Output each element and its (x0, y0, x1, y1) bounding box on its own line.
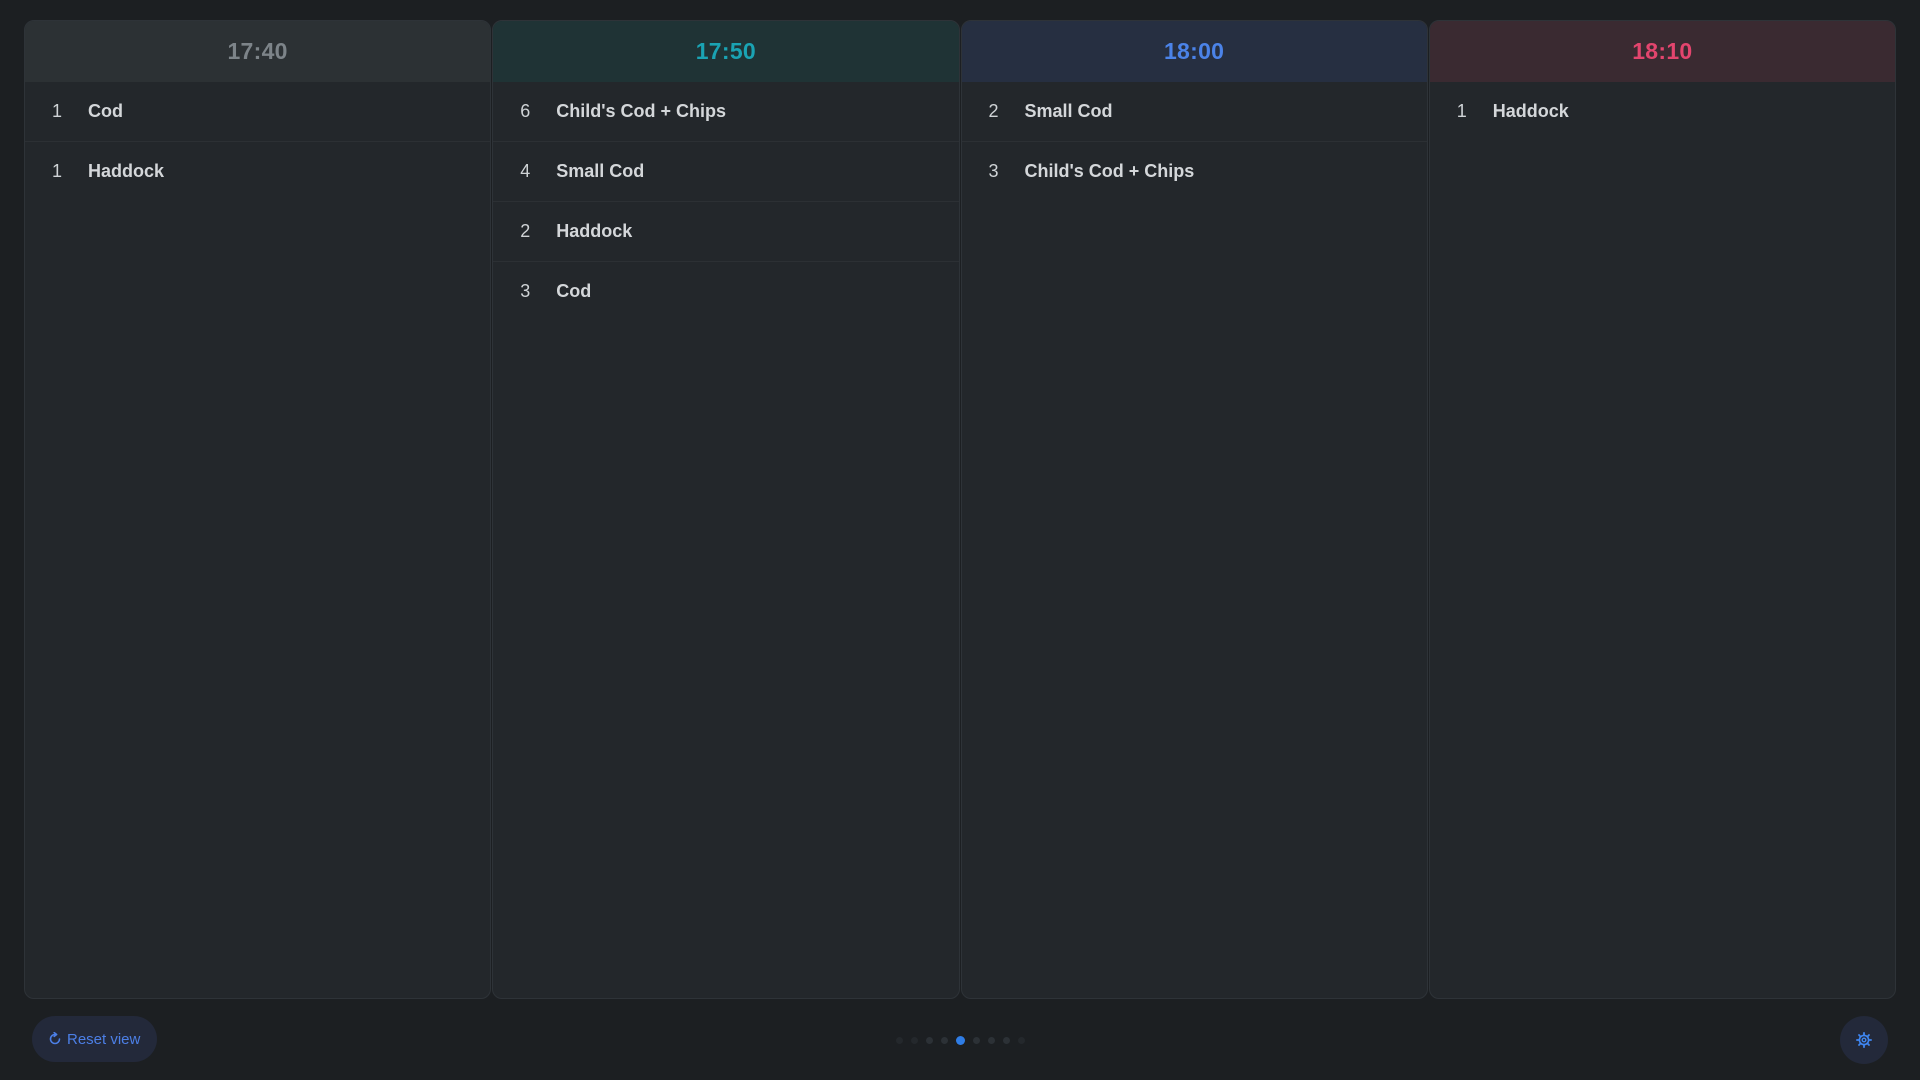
order-item-name: Cod (556, 281, 592, 301)
page-dot[interactable] (1017, 1037, 1025, 1044)
order-quantity: 1 (1456, 101, 1467, 121)
footer-bar: Reset view (0, 1000, 1920, 1080)
order-item-name: Haddock (556, 221, 633, 241)
page-indicator (0, 1036, 1920, 1045)
page-dot[interactable] (972, 1037, 980, 1044)
order-quantity: 3 (520, 281, 531, 301)
gear-icon (1856, 1032, 1872, 1048)
page-dot[interactable] (1002, 1037, 1010, 1044)
time-slot-column: 18:00 2 Small Cod 3 Child's Cod + Chips (960, 20, 1428, 999)
page-dot[interactable] (940, 1037, 948, 1044)
order-row[interactable]: 1 Haddock (25, 142, 490, 201)
time-slot-column: 17:50 6 Child's Cod + Chips 4 Small Cod … (492, 20, 960, 999)
time-slot-header: 17:40 (25, 21, 491, 82)
order-quantity: 6 (520, 101, 531, 121)
settings-button[interactable] (1840, 1016, 1888, 1064)
page-dot[interactable] (895, 1037, 903, 1044)
time-slot-header: 18:10 (1429, 21, 1895, 82)
order-item-name: Haddock (1492, 101, 1569, 121)
order-item-name: Child's Cod + Chips (556, 101, 727, 121)
page-dot-active[interactable] (955, 1036, 965, 1045)
time-slot-header: 18:00 (961, 21, 1427, 82)
order-item-name: Haddock (88, 161, 165, 181)
order-item-name: Small Cod (556, 161, 645, 181)
order-row[interactable]: 1 Cod (25, 82, 491, 142)
order-quantity: 2 (520, 221, 531, 241)
order-row[interactable]: 6 Child's Cod + Chips (493, 82, 959, 142)
page-dot[interactable] (910, 1037, 918, 1044)
order-quantity: 2 (988, 101, 999, 121)
order-quantity: 3 (988, 161, 999, 181)
order-quantity: 1 (52, 161, 63, 181)
order-item-name: Cod (88, 101, 123, 121)
order-item-name: Child's Cod + Chips (1024, 161, 1195, 181)
order-row[interactable]: 3 Child's Cod + Chips (962, 142, 1427, 201)
order-row[interactable]: 1 Haddock (1430, 82, 1895, 141)
time-slot-column: 17:40 1 Cod 1 Haddock (24, 20, 492, 999)
order-row[interactable]: 4 Small Cod (493, 142, 959, 202)
page-dot[interactable] (925, 1037, 933, 1044)
time-slot-column: 18:10 1 Haddock (1428, 20, 1896, 999)
order-row[interactable]: 2 Small Cod (961, 82, 1427, 142)
order-item-name: Small Cod (1024, 101, 1113, 121)
order-quantity: 1 (52, 101, 63, 121)
order-row[interactable]: 2 Haddock (493, 202, 959, 262)
page-dot[interactable] (987, 1037, 995, 1044)
order-quantity: 4 (520, 161, 531, 181)
schedule-board: 17:40 1 Cod 1 Haddock 17:50 6 Child's Co… (24, 20, 1896, 999)
time-slot-header: 17:50 (493, 21, 959, 82)
order-row[interactable]: 3 Cod (493, 262, 958, 321)
